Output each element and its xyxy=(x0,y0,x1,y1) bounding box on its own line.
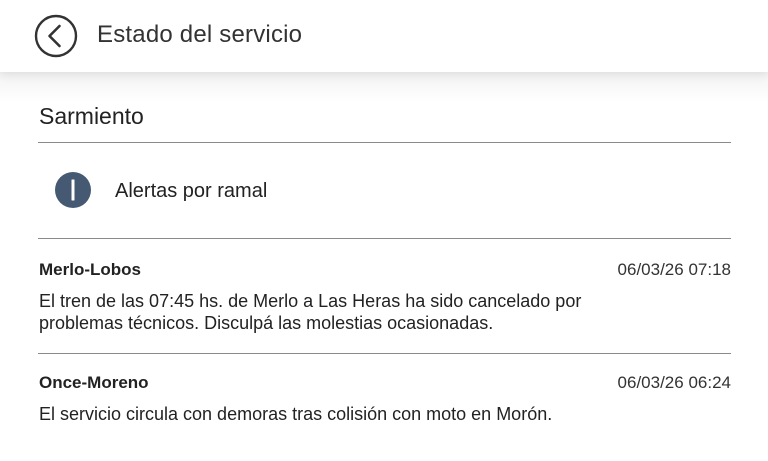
header-shadow xyxy=(0,72,768,102)
alert-datetime: 06/03/26 06:24 xyxy=(617,373,731,392)
alert-message: El servicio circula con demoras tras col… xyxy=(39,404,553,424)
divider xyxy=(38,238,731,239)
divider xyxy=(38,353,731,354)
alert-datetime: 06/03/26 07:18 xyxy=(617,260,731,279)
page-title: Estado del servicio xyxy=(97,21,303,48)
line-name: Sarmiento xyxy=(39,103,144,129)
alert-message: El tren de las 07:45 hs. de Merlo a Las … xyxy=(39,291,582,333)
chevron-left-circle-icon xyxy=(34,14,78,58)
alert-route: Once-Moreno xyxy=(39,373,149,392)
app-bar: Estado del servicio xyxy=(0,0,768,72)
divider xyxy=(38,142,731,143)
info-icon xyxy=(55,172,91,208)
alerts-by-branch-label: Alertas por ramal xyxy=(115,180,268,202)
back-button[interactable] xyxy=(34,14,78,58)
alert-route: Merlo-Lobos xyxy=(39,260,141,279)
